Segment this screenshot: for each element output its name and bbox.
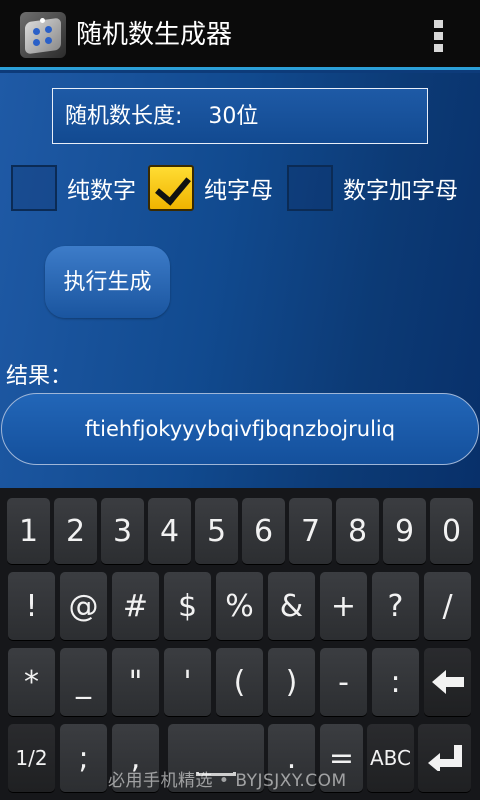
key-6[interactable]: 6 xyxy=(242,498,285,564)
key-5[interactable]: 5 xyxy=(195,498,238,564)
key-4[interactable]: 4 xyxy=(148,498,191,564)
option-letters-label: 纯字母 xyxy=(204,178,273,204)
length-value: 30位 xyxy=(208,104,259,129)
result-field[interactable]: ftiehfjokyyybqivfjbqnzbojruliq xyxy=(1,393,479,465)
key-underscore[interactable]: _ xyxy=(60,648,107,716)
key-slash[interactable]: / xyxy=(424,572,471,640)
key-0[interactable]: 0 xyxy=(430,498,473,564)
backspace-arrow-icon-glyph xyxy=(431,670,464,694)
key-left-paren[interactable]: ( xyxy=(216,648,263,716)
key-question[interactable]: ? xyxy=(372,572,419,640)
key-3[interactable]: 3 xyxy=(101,498,144,564)
key-single-quote[interactable]: ' xyxy=(164,648,211,716)
key-abc[interactable]: ABC xyxy=(367,724,414,792)
key-dollar[interactable]: $ xyxy=(164,572,211,640)
key-8[interactable]: 8 xyxy=(336,498,379,564)
key-page-toggle[interactable]: 1/2 xyxy=(8,724,55,792)
key-asterisk[interactable]: * xyxy=(8,648,55,716)
key-ampersand[interactable]: & xyxy=(268,572,315,640)
option-digits[interactable]: 纯数字 xyxy=(11,165,136,211)
option-letters[interactable]: 纯字母 xyxy=(148,165,273,211)
key-semicolon[interactable]: ; xyxy=(60,724,107,792)
option-mixed-label: 数字加字母 xyxy=(343,178,458,204)
generate-button[interactable]: 执行生成 xyxy=(45,246,170,318)
die-pip xyxy=(40,18,45,23)
option-digits-label: 纯数字 xyxy=(67,178,136,204)
checkbox-digits[interactable] xyxy=(11,165,57,211)
length-selector[interactable]: 随机数长度: 30位 xyxy=(52,88,428,144)
die-pip xyxy=(33,39,40,46)
key-right-paren[interactable]: ) xyxy=(268,648,315,716)
app-title: 随机数生成器 xyxy=(76,20,233,50)
checkbox-mixed[interactable] xyxy=(287,165,333,211)
key-9[interactable]: 9 xyxy=(383,498,426,564)
soft-keyboard: 1 2 3 4 5 6 7 8 9 0 ! @ # $ % & + ? / * … xyxy=(0,488,480,800)
key-7[interactable]: 7 xyxy=(289,498,332,564)
key-plus[interactable]: + xyxy=(320,572,367,640)
checkbox-letters-checked[interactable] xyxy=(148,165,194,211)
enter-icon[interactable] xyxy=(418,724,471,792)
key-minus[interactable]: - xyxy=(320,648,367,716)
die-shape xyxy=(25,17,61,55)
dice-icon[interactable] xyxy=(20,12,66,58)
key-percent[interactable]: % xyxy=(216,572,263,640)
backspace-arrow-icon[interactable] xyxy=(424,648,471,716)
key-1[interactable]: 1 xyxy=(7,498,50,564)
overflow-menu-icon[interactable] xyxy=(434,20,444,52)
action-bar: 随机数生成器 xyxy=(0,0,480,70)
key-hash[interactable]: # xyxy=(112,572,159,640)
watermark: 必用手机精选 • BYJSJXY.COM xyxy=(108,771,347,791)
key-2[interactable]: 2 xyxy=(54,498,97,564)
key-colon[interactable]: : xyxy=(372,648,419,716)
result-label: 结果： xyxy=(6,364,73,389)
main-content: 随机数长度: 30位 纯数字 纯字母 数字加字母 执行生成 结果： ftiehfj… xyxy=(0,73,480,488)
option-mixed[interactable]: 数字加字母 xyxy=(287,165,458,211)
key-at[interactable]: @ xyxy=(60,572,107,640)
length-label: 随机数长度: xyxy=(65,104,183,129)
die-pip xyxy=(33,28,40,35)
key-exclamation[interactable]: ! xyxy=(8,572,55,640)
key-double-quote[interactable]: " xyxy=(112,648,159,716)
die-pip xyxy=(45,26,52,33)
enter-icon-glyph xyxy=(427,745,462,771)
die-pip xyxy=(45,37,52,44)
